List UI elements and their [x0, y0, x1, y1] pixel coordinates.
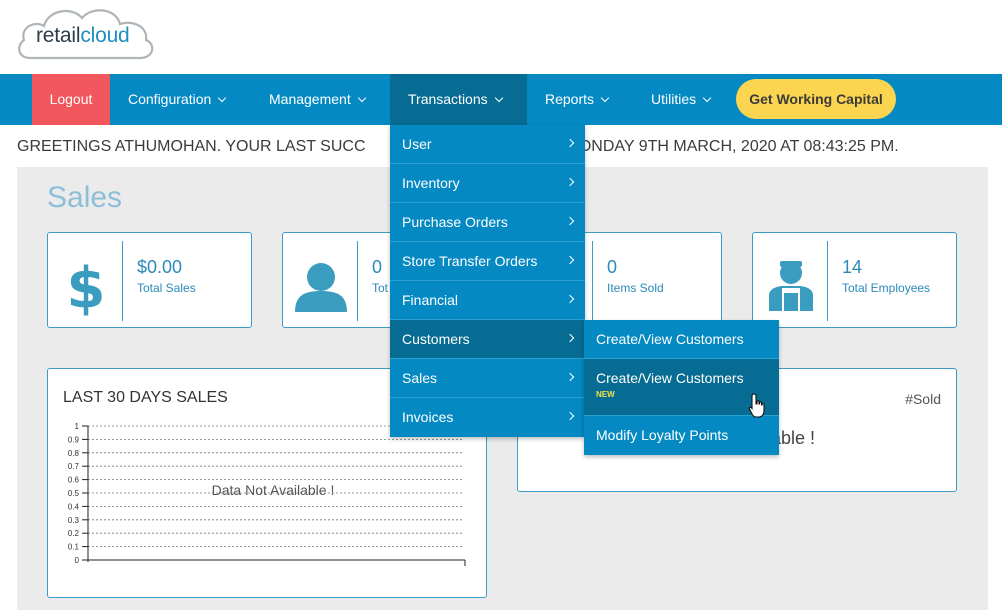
- y-tick-label: 0.2: [68, 529, 80, 538]
- menu-item-inventory[interactable]: Inventory: [390, 164, 585, 203]
- customers-submenu: Create/View Customers Create/View Custom…: [584, 320, 779, 455]
- stat-card-total-sales: $ $0.00 Total Sales: [47, 232, 252, 328]
- employee-icon: [769, 261, 813, 311]
- nav-transactions[interactable]: Transactions: [390, 74, 527, 125]
- y-tick-label: 0.1: [68, 543, 80, 552]
- menu-item-user[interactable]: User: [390, 125, 585, 164]
- chevron-down-icon: [600, 93, 610, 103]
- sold-label: #Sold: [905, 391, 941, 407]
- get-working-capital-button[interactable]: Get Working Capital: [736, 79, 896, 119]
- chart-empty-text: Data Not Available !: [212, 482, 335, 498]
- chevron-right-icon: [565, 333, 575, 343]
- nav-management[interactable]: Management: [251, 74, 383, 125]
- menu-item-invoices[interactable]: Invoices: [390, 398, 585, 437]
- y-tick-label: 0.4: [68, 502, 80, 511]
- menu-item-purchase-orders[interactable]: Purchase Orders: [390, 203, 585, 242]
- stat-value: 0: [372, 257, 383, 277]
- chevron-right-icon: [565, 216, 575, 226]
- menu-item-sales[interactable]: Sales: [390, 359, 585, 398]
- chevron-right-icon: [565, 255, 575, 265]
- y-tick-label: 0.6: [68, 476, 80, 485]
- logout-button[interactable]: Logout: [32, 74, 110, 125]
- y-tick-label: 0.9: [68, 435, 80, 444]
- y-tick-label: 0: [75, 556, 80, 565]
- chevron-right-icon: [565, 372, 575, 382]
- nav-configuration[interactable]: Configuration: [110, 74, 243, 125]
- card-title: LAST 30 DAYS SALES: [63, 389, 228, 406]
- stat-card-total-employees: 14 Total Employees: [752, 232, 957, 328]
- menu-item-store-transfer-orders[interactable]: Store Transfer Orders: [390, 242, 585, 281]
- stat-label: Tot: [372, 281, 389, 295]
- y-tick-label: 0.8: [68, 449, 80, 458]
- chevron-right-icon: [565, 294, 575, 304]
- chevron-right-icon: [565, 177, 575, 187]
- sales-chart: 1 0.9 0.8 0.7 0.6 0.5 0.4 0.3 0.2 0.1 0 Data Not A…: [68, 422, 466, 566]
- chevron-down-icon: [218, 93, 227, 103]
- page-title: Sales: [47, 181, 123, 214]
- stat-label: Items Sold: [607, 281, 664, 295]
- chevron-down-icon: [494, 93, 503, 103]
- chevron-right-icon: [565, 138, 575, 148]
- nav-utilities[interactable]: Utilities: [633, 74, 728, 125]
- chevron-down-icon: [357, 93, 366, 103]
- submenu-item-create-view-customers[interactable]: Create/View Customers: [584, 320, 779, 359]
- y-tick-label: 1: [75, 422, 80, 431]
- stat-value: 14: [842, 257, 863, 277]
- dollar-icon: $: [67, 256, 106, 321]
- hand-pointer-icon: [748, 393, 765, 418]
- y-tick-label: 0.3: [68, 516, 80, 525]
- menu-item-customers[interactable]: Customers: [390, 320, 585, 359]
- stat-label: Total Sales: [137, 281, 196, 295]
- y-tick-label: 0.5: [68, 489, 80, 498]
- stat-value: $0.00: [137, 257, 183, 277]
- transactions-dropdown: User Inventory Purchase Orders Store Tra…: [390, 125, 585, 437]
- svg-text:$: $: [67, 256, 106, 321]
- menu-item-financial[interactable]: Financial: [390, 281, 585, 320]
- app-root: retailcloud Logout Configuration Managem…: [0, 0, 1002, 610]
- retailcloud-logo[interactable]: retailcloud: [16, 2, 158, 64]
- logo-text: retailcloud: [36, 24, 130, 47]
- chevron-right-icon: [565, 411, 575, 421]
- customer-icon: [295, 263, 347, 312]
- stat-value: 0: [607, 257, 618, 277]
- y-tick-label: 0.7: [68, 462, 80, 471]
- submenu-item-modify-loyalty-points[interactable]: Modify Loyalty Points: [584, 416, 779, 455]
- stat-label: Total Employees: [842, 281, 931, 295]
- nav-reports[interactable]: Reports: [527, 74, 626, 125]
- chevron-down-icon: [702, 93, 712, 103]
